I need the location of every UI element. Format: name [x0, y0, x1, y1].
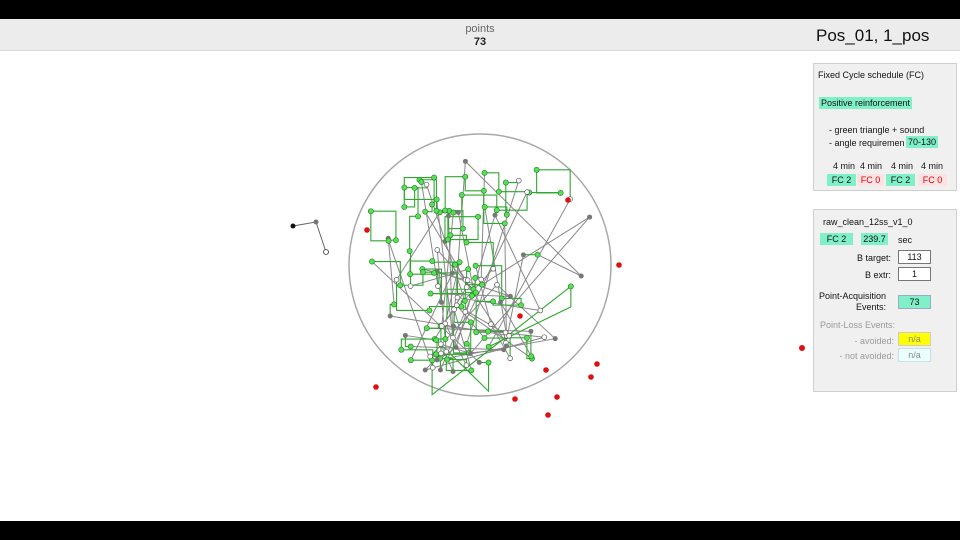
schedule-line-1: - green triangle + sound [829, 125, 925, 135]
cycle-2: FC 0 [857, 174, 884, 186]
avoided-label: - avoided: [854, 336, 894, 346]
angle-requirement-label: - angle requiremen [829, 138, 905, 148]
time-unit: sec [898, 235, 913, 245]
loss-label: Point-Loss Events: [820, 320, 896, 330]
b-target-label: B target: [856, 253, 891, 263]
acquisition-label-2: Events: [855, 302, 886, 312]
schedule-heading: Fixed Cycle schedule (FC) [818, 70, 925, 80]
acquisition-count: 73 [898, 295, 931, 309]
target-dot [543, 367, 549, 373]
target-dot [565, 197, 571, 203]
b-target-field: 113 [898, 250, 931, 264]
target-markers [364, 197, 622, 418]
target-dot [517, 313, 523, 319]
reinforcement-label: Positive reinforcement [819, 97, 913, 109]
duration-3: 4 min [891, 161, 914, 171]
cycle-1: FC 2 [827, 174, 856, 186]
cycle-3: FC 2 [886, 174, 915, 186]
start-marker [290, 219, 329, 255]
target-dot [373, 384, 379, 390]
page-title: Pos_01, 1_pos [816, 26, 930, 45]
not-avoided-label: - not avoided: [839, 351, 894, 361]
cursor-dot [290, 223, 296, 229]
arena-plot [290, 133, 622, 418]
b-extr-field: 1 [898, 267, 931, 281]
experiment-screen: points 73 Pos_01, 1_pos Fixed Cycle sche… [0, 19, 960, 521]
session-time: 239.7 [861, 233, 888, 245]
target-dot [364, 227, 370, 233]
current-cycle: FC 2 [820, 233, 853, 245]
cycle-4: FC 0 [918, 174, 947, 186]
duration-2: 4 min [860, 161, 883, 171]
duration-1: 4 min [833, 161, 856, 171]
b-extr-label: B extr: [864, 270, 891, 280]
green-trajectory [370, 169, 572, 396]
schedule-panel: Fixed Cycle schedule (FC) Positive reinf… [813, 63, 957, 191]
not-avoided-value: n/a [898, 348, 931, 362]
target-dot [616, 262, 622, 268]
target-dot [594, 361, 600, 367]
session-file: raw_clean_12ss_v1_0 [823, 217, 913, 227]
letterbox-bottom [0, 521, 960, 540]
target-dot [554, 394, 560, 400]
target-dot [545, 412, 551, 418]
letterbox-top [0, 0, 960, 19]
avoided-value: n/a [898, 332, 931, 346]
target-marker-outside [799, 345, 805, 351]
session-panel: raw_clean_12ss_v1_0 FC 2 239.7 sec B tar… [813, 209, 957, 392]
target-dot [512, 396, 518, 402]
duration-4: 4 min [921, 161, 944, 171]
angle-requirement-value: 70-130 [906, 136, 939, 148]
acquisition-label: Point-Acquisition [818, 291, 886, 301]
target-dot [588, 374, 594, 380]
